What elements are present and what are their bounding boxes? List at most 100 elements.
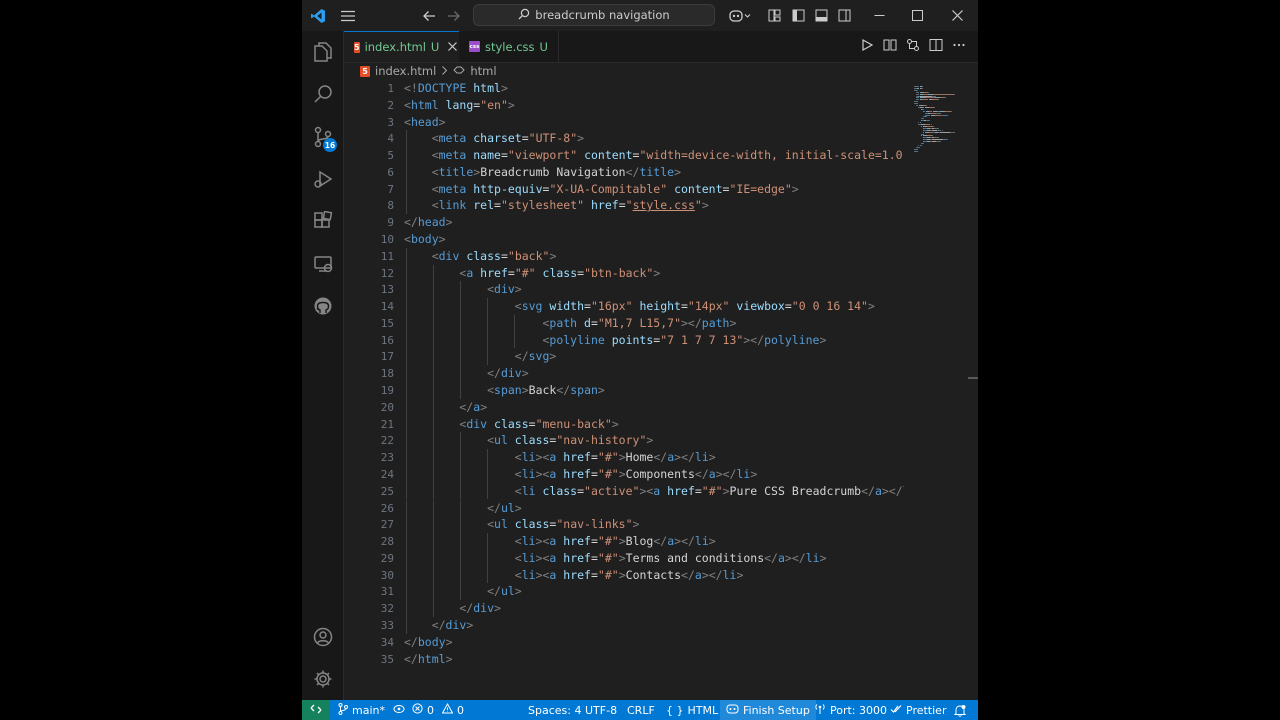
branch-indicator[interactable]: main* [338, 700, 405, 720]
code-line: </div> [404, 600, 501, 617]
forward-arrow-icon[interactable] [443, 0, 465, 31]
scrollbar-marker [968, 377, 978, 379]
code-token: < [404, 131, 439, 146]
code-token: = [784, 299, 792, 314]
copilot-icon[interactable] [726, 0, 754, 31]
github-icon[interactable] [302, 286, 343, 326]
code-token: > [618, 550, 626, 565]
code-token: </ [404, 500, 501, 515]
code-token: "viewport" [507, 148, 578, 163]
code-token: > [438, 232, 446, 247]
search-view-icon[interactable] [302, 74, 343, 114]
vscode-window: breadcrumb navigation 16 5 index.html U … [302, 0, 978, 720]
minimap-stroke [922, 87, 924, 89]
sync-icon[interactable] [393, 704, 405, 717]
code-token: class [535, 483, 578, 498]
split-editor-icon[interactable] [929, 37, 943, 56]
language-indicator[interactable]: { } HTML [666, 700, 718, 720]
back-arrow-icon[interactable] [418, 0, 440, 31]
toggle-secondary-sidebar-icon[interactable] [834, 0, 854, 31]
line-number: 3 [387, 115, 394, 129]
remote-indicator[interactable] [302, 700, 330, 720]
code-token: ></ [674, 450, 695, 465]
source-control-icon[interactable] [302, 117, 343, 157]
command-center-search[interactable]: breadcrumb navigation [473, 4, 715, 26]
code-token: li [694, 450, 709, 465]
code-area[interactable]: <!DOCTYPE html> <html lang="en"> <head> <m… [404, 80, 904, 680]
code-token: http-equiv [466, 181, 543, 196]
tab-style-css[interactable]: css style.css U [459, 31, 559, 62]
menu-icon[interactable] [336, 0, 360, 31]
minimap-stroke [925, 114, 930, 116]
line-number: 34 [380, 635, 394, 649]
code-token: a [708, 466, 716, 481]
explorer-icon[interactable] [302, 32, 343, 72]
breadcrumb-file[interactable]: index.html [375, 64, 436, 78]
extensions-icon[interactable] [302, 201, 343, 241]
code-token: "0 0 16 14" [791, 299, 868, 314]
run-debug-icon[interactable] [302, 159, 343, 199]
code-token: </ [404, 584, 501, 599]
minimap-stroke [920, 122, 922, 124]
code-token: >< [535, 450, 550, 465]
port-indicator[interactable]: Port: 3000 [814, 700, 887, 720]
code-token: points [604, 332, 654, 347]
code-line: </head> [404, 214, 453, 231]
line-number: 21 [380, 417, 394, 431]
eol-indicator[interactable]: CRLF [627, 700, 655, 720]
problems-indicator[interactable]: 0 0 [412, 700, 464, 720]
line-number: 10 [380, 233, 394, 247]
code-line: </div> [404, 617, 474, 634]
customize-layout-icon[interactable] [764, 0, 784, 31]
code-token: ul [500, 500, 515, 515]
code-token: >< [535, 534, 550, 549]
finish-setup-button[interactable]: Finish Setup [720, 700, 816, 720]
minimap[interactable] [906, 80, 976, 700]
maximize-icon[interactable] [902, 0, 932, 31]
code-token: "16px" [590, 299, 633, 314]
code-token: > [632, 517, 640, 532]
code-token: > [445, 651, 453, 666]
code-line: <!DOCTYPE html> [404, 80, 508, 97]
code-token: > [577, 131, 585, 146]
minimap-stroke [932, 93, 955, 95]
tab-index-html[interactable]: 5 index.html U [344, 31, 459, 62]
notifications-bell-icon[interactable] [954, 700, 966, 720]
code-token: >< [639, 483, 654, 498]
code-token: "en" [480, 97, 508, 112]
code-line: <li><a href="#">Contacts</a></li> [404, 567, 744, 584]
minimap-stroke [953, 131, 955, 133]
line-number: 32 [380, 602, 394, 616]
source-diff-icon[interactable] [906, 37, 920, 56]
toggle-panel-icon[interactable] [811, 0, 831, 31]
encoding-indicator[interactable]: UTF-8 [585, 700, 617, 720]
code-token: = [507, 265, 515, 280]
close-icon[interactable] [942, 0, 972, 31]
run-icon[interactable] [860, 37, 874, 56]
code-line: <svg width="16px" height="14px" viewbox=… [404, 298, 875, 315]
code-token: a [694, 567, 702, 582]
code-editor[interactable]: 1 2 3 4 5 6 7 8 9 10 11 12 13 14 15 16 17 18 19 20 21 22 23 24 2… [344, 80, 978, 700]
code-token: height [632, 299, 681, 314]
code-line: <head> [404, 114, 446, 131]
code-token: </ [653, 450, 668, 465]
tab-close-icon[interactable] [448, 40, 458, 54]
search-text: breadcrumb navigation [535, 8, 670, 22]
toggle-primary-sidebar-icon[interactable] [788, 0, 808, 31]
line-number: 22 [380, 434, 394, 448]
line-number: 1 [387, 82, 394, 95]
code-token: class [507, 517, 550, 532]
breadcrumb-symbol[interactable]: html [470, 64, 496, 78]
code-line: <polyline points="7 1 7 7 13"></polyline… [404, 332, 826, 349]
minimize-icon[interactable] [864, 0, 894, 31]
remote-explorer-icon[interactable] [302, 244, 343, 284]
minimap-stroke [927, 91, 929, 93]
code-token: > [521, 366, 529, 381]
code-line: </ul> [404, 500, 522, 517]
prettier-indicator[interactable]: Prettier [890, 700, 946, 720]
accounts-icon[interactable] [302, 617, 343, 657]
indentation-indicator[interactable]: Spaces: 4 [528, 700, 581, 720]
more-actions-icon[interactable] [952, 37, 966, 56]
open-changes-icon[interactable] [883, 37, 897, 56]
manage-gear-icon[interactable] [302, 659, 343, 699]
